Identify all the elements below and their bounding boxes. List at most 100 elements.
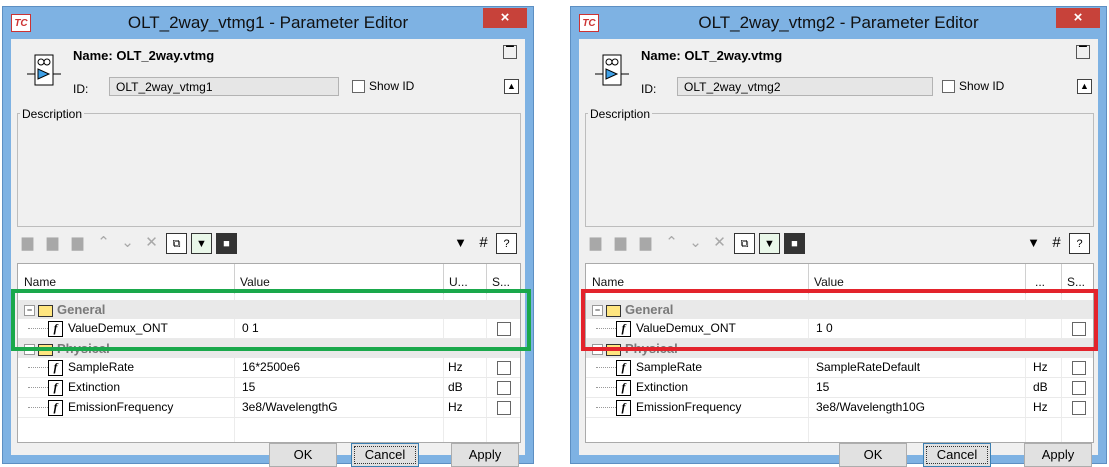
collapse-up-icon[interactable]: ▲ [504, 79, 519, 94]
close-button[interactable]: × [483, 8, 527, 28]
import-icon[interactable]: ▼ [191, 233, 212, 254]
function-icon: f [616, 359, 631, 376]
name-label: Name: OLT_2way.vtmg [73, 48, 214, 63]
param-checkbox-cell[interactable] [1072, 398, 1086, 417]
function-icon: f [616, 379, 631, 396]
checkbox[interactable] [1072, 360, 1086, 375]
param-value-cell[interactable]: 15 [816, 378, 829, 397]
editor-body: Name: OLT_2way.vtmg ▔ ID: OLT_2way_vtmg2… [579, 39, 1098, 467]
add-parameter-icon[interactable]: ▆ [585, 233, 606, 254]
param-unit-cell: Hz [1033, 360, 1048, 374]
filter-icon[interactable]: ▼ [450, 233, 471, 254]
id-field[interactable]: OLT_2way_vtmg2 [677, 77, 933, 96]
param-name: Extinction [68, 380, 121, 394]
param-checkbox-cell[interactable] [497, 358, 511, 377]
component-icon [27, 54, 61, 86]
table-row[interactable]: f Extinction 15 dB [18, 378, 520, 397]
show-id-checkbox[interactable]: Show ID [352, 79, 414, 93]
param-name-cell: f SampleRate [48, 358, 134, 377]
table-row[interactable]: f Extinction 15 dB [586, 378, 1093, 397]
save-icon[interactable]: ■ [784, 233, 805, 254]
delete-icon[interactable]: ✕ [141, 233, 162, 254]
table-row[interactable]: f SampleRate 16*2500e6 Hz [18, 358, 520, 377]
help-icon[interactable]: ? [1069, 233, 1090, 254]
component-icon [595, 54, 629, 86]
close-button[interactable]: × [1056, 8, 1100, 28]
param-unit-cell: dB [448, 380, 463, 394]
delete-icon[interactable]: ✕ [709, 233, 730, 254]
title-bar[interactable]: TC OLT_2way_vtmg2 - Parameter Editor × [571, 7, 1106, 39]
title-bar[interactable]: TC OLT_2way_vtmg1 - Parameter Editor × [3, 7, 533, 39]
checkbox-box[interactable] [352, 79, 365, 93]
param-checkbox-cell[interactable] [497, 398, 511, 417]
description-label: Description [20, 107, 85, 121]
copy-icon[interactable]: ⧉ [166, 233, 187, 254]
param-name: SampleRate [636, 360, 703, 374]
add-parameter-icon[interactable]: ▆ [17, 233, 38, 254]
checkbox-box[interactable] [942, 79, 955, 93]
table-row[interactable]: f SampleRate SampleRateDefault Hz [586, 358, 1093, 377]
import-icon[interactable]: ▼ [759, 233, 780, 254]
name-value: OLT_2way.vtmg [116, 48, 215, 63]
grid-icon[interactable]: # [1046, 233, 1067, 254]
move-up-icon[interactable]: ⌃ [93, 233, 114, 254]
collapse-up-icon[interactable]: ▲ [1077, 79, 1092, 94]
properties-icon[interactable]: ▆ [67, 233, 88, 254]
param-value-cell[interactable]: 15 [242, 378, 255, 397]
param-checkbox-cell[interactable] [1072, 358, 1086, 377]
apply-button[interactable]: Apply [1024, 443, 1092, 467]
pin-icon[interactable]: ▔ [503, 45, 517, 59]
show-id-checkbox[interactable]: Show ID [942, 79, 1004, 93]
pin-icon[interactable]: ▔ [1076, 45, 1090, 59]
cancel-button[interactable]: Cancel [351, 443, 419, 467]
move-down-icon[interactable]: ⌄ [685, 233, 706, 254]
function-icon: f [48, 399, 63, 416]
param-checkbox-cell[interactable] [497, 378, 511, 397]
show-id-label: Show ID [959, 79, 1005, 93]
checkbox[interactable] [497, 360, 511, 375]
param-name-cell: f Extinction [48, 378, 120, 397]
id-label: ID: [73, 82, 89, 96]
toolbar: ▆ ▆ ▆ ⌃ ⌄ ✕ ⧉ ▼ ■ ▼ # ? [17, 231, 521, 257]
new-parameter-icon[interactable]: ▆ [42, 233, 63, 254]
id-field[interactable]: OLT_2way_vtmg1 [109, 77, 339, 96]
filter-icon[interactable]: ▼ [1023, 233, 1044, 254]
name-caption: Name: [641, 48, 681, 63]
param-name-cell: f Extinction [616, 378, 688, 397]
grid-icon[interactable]: # [473, 233, 494, 254]
checkbox[interactable] [497, 380, 511, 395]
highlight-box-red [581, 289, 1098, 351]
save-icon[interactable]: ■ [216, 233, 237, 254]
move-down-icon[interactable]: ⌄ [117, 233, 138, 254]
move-up-icon[interactable]: ⌃ [661, 233, 682, 254]
table-row[interactable]: f EmissionFrequency 3e8/Wavelength10G Hz [586, 398, 1093, 417]
table-row[interactable]: f EmissionFrequency 3e8/WavelengthG Hz [18, 398, 520, 417]
ok-button[interactable]: OK [839, 443, 907, 467]
cancel-label: Cancel [354, 446, 416, 464]
help-icon[interactable]: ? [496, 233, 517, 254]
description-box[interactable]: Description [585, 107, 1094, 227]
param-name: Extinction [636, 380, 689, 394]
copy-icon[interactable]: ⧉ [734, 233, 755, 254]
param-value-cell[interactable]: 3e8/WavelengthG [242, 398, 338, 417]
checkbox[interactable] [497, 400, 511, 415]
new-parameter-icon[interactable]: ▆ [610, 233, 631, 254]
param-value-cell[interactable]: SampleRateDefault [816, 358, 920, 377]
cancel-button[interactable]: Cancel [923, 443, 991, 467]
param-value-cell[interactable]: 3e8/Wavelength10G [816, 398, 925, 417]
param-value-cell[interactable]: 16*2500e6 [242, 358, 300, 377]
ok-button[interactable]: OK [269, 443, 337, 467]
checkbox[interactable] [1072, 400, 1086, 415]
checkbox[interactable] [1072, 380, 1086, 395]
editor-body: Name: OLT_2way.vtmg ▔ ID: OLT_2way_vtmg1… [11, 39, 525, 467]
function-icon: f [48, 359, 63, 376]
properties-icon[interactable]: ▆ [635, 233, 656, 254]
description-box[interactable]: Description [17, 107, 521, 227]
param-checkbox-cell[interactable] [1072, 378, 1086, 397]
param-name-cell: f SampleRate [616, 358, 702, 377]
param-name: SampleRate [68, 360, 135, 374]
toolbar: ▆ ▆ ▆ ⌃ ⌄ ✕ ⧉ ▼ ■ ▼ # ? [585, 231, 1094, 257]
apply-button[interactable]: Apply [451, 443, 519, 467]
param-name-cell: f EmissionFrequency [48, 398, 173, 417]
function-icon: f [616, 399, 631, 416]
